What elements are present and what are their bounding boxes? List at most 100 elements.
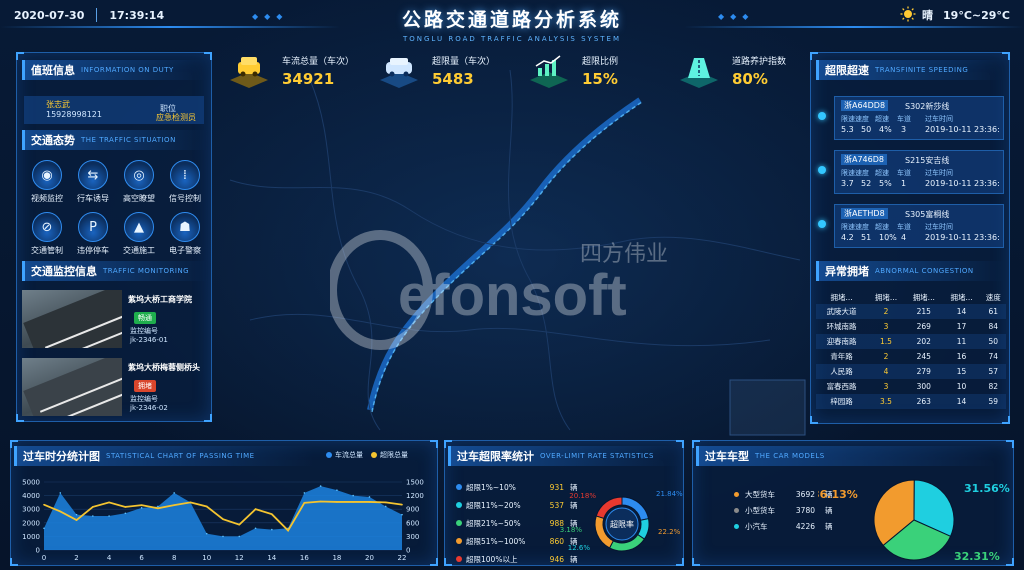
table-row[interactable]: 武陵大道 2 215 14 61 bbox=[816, 304, 1006, 319]
temperature: 19°C~29°C bbox=[943, 8, 1010, 22]
table-cell: 青年路 bbox=[830, 352, 853, 361]
congestion-table: 拥堵... 拥堵... 拥堵... 拥堵... 速度 武陵大道 2 215 14 61 环… bbox=[816, 290, 1006, 409]
passing-time-chart[interactable]: 0 1000 2000 3000 4000 5000 0 300 600 900 1200 1500 0… bbox=[14, 472, 434, 564]
svg-text:efonsoft: efonsoft bbox=[398, 263, 627, 328]
data-point-total-traffic bbox=[92, 515, 94, 517]
speed-header: 超速 bbox=[875, 115, 889, 123]
camera-icon: ◉ bbox=[32, 160, 62, 190]
overspeed-item[interactable]: 浙A746D8 S215安吉线 限速速度 超速 车道 过车时间 3.7 52 5% 1 2019-1… bbox=[818, 150, 1004, 194]
table-row[interactable]: 迎春南路 1.5 202 11 50 bbox=[816, 334, 1006, 349]
camera-code: jk-2346-01 bbox=[130, 336, 168, 344]
y-tick-left: 4000 bbox=[22, 492, 40, 500]
header-bar: ◆◆◆ ◆◆◆ 2020-07-30 17:39:14 公路交通道路分析系统 T… bbox=[0, 0, 1024, 43]
data-point-overlimit bbox=[401, 503, 403, 506]
vehicle-icon bbox=[380, 58, 418, 88]
situation-item-control[interactable]: ⊘ 交通管制 bbox=[24, 212, 70, 256]
x-tick: 6 bbox=[139, 554, 144, 562]
duty-title: 值班信息 INFORMATION ON DUTY bbox=[22, 60, 208, 80]
table-row[interactable]: 青年路 2 245 16 74 bbox=[816, 349, 1006, 364]
model-name: 小汽车 bbox=[745, 521, 768, 531]
data-point-overlimit bbox=[271, 513, 273, 515]
camera-snapshot[interactable] bbox=[22, 358, 122, 416]
y-tick-left: 3000 bbox=[22, 506, 40, 514]
situation-item-guide[interactable]: ⇆ 行车诱导 bbox=[70, 160, 116, 204]
data-point-overlimit bbox=[108, 501, 110, 504]
data-point-total-traffic bbox=[173, 492, 175, 494]
camera-card[interactable]: 紫坞大桥工商学院 畅通 监控编号 jk-2346-01 bbox=[22, 290, 208, 348]
range-name: 超限100%以上 bbox=[466, 554, 518, 564]
data-point-overlimit bbox=[157, 507, 159, 510]
data-point-overlimit bbox=[238, 523, 241, 526]
data-point-total-traffic bbox=[319, 485, 322, 487]
limit-value: 3.7 bbox=[841, 179, 854, 188]
traffic-light-icon: ⁞ bbox=[170, 160, 200, 190]
table-row[interactable]: 梓园路 3.5 263 14 59 bbox=[816, 394, 1006, 409]
police-icon: ☗ bbox=[170, 212, 200, 242]
situation-item-parking[interactable]: P 违停停车 bbox=[70, 212, 116, 256]
time-header: 过车时间 bbox=[925, 169, 953, 177]
limit-header: 限速速度 bbox=[841, 115, 869, 123]
table-row[interactable]: 富春西路 3 300 10 82 bbox=[816, 379, 1006, 394]
x-tick: 20 bbox=[365, 554, 374, 562]
situation-item-police[interactable]: ☗ 电子警察 bbox=[162, 212, 208, 256]
table-cell: 84 bbox=[988, 322, 998, 331]
car-icon bbox=[230, 57, 268, 88]
table-cell: 环城南路 bbox=[826, 322, 857, 331]
header-date: 2020-07-30 bbox=[14, 8, 85, 22]
camera-snapshot[interactable] bbox=[22, 290, 122, 348]
table-cell: 215 bbox=[904, 304, 943, 319]
data-point-total-traffic bbox=[401, 513, 403, 516]
camera-card[interactable]: 紫坞大桥梅蓉侧桥头 拥堵 监控编号 jk-2346-02 bbox=[22, 358, 208, 416]
table-cell: 16 bbox=[956, 352, 967, 361]
table-row[interactable]: 环城南路 3 269 17 84 bbox=[816, 319, 1006, 334]
guide-icon: ⇆ bbox=[78, 160, 108, 190]
overspeed-item[interactable]: 浙AETHD8 S305富桐线 限速速度 超速 车道 过车时间 4.2 51 10% 4 2019-… bbox=[818, 204, 1004, 248]
watermark-logo: efonsoft 四方伟业 bbox=[330, 230, 668, 350]
duty-position-value: 应急检测员 bbox=[156, 113, 196, 122]
table-cell: 14 bbox=[942, 304, 981, 319]
chart-legend: 车流总量 超限总量 bbox=[318, 450, 408, 460]
lane-value: 3 bbox=[901, 125, 907, 134]
data-point-overlimit bbox=[124, 506, 127, 508]
lane-value: 1 bbox=[901, 179, 907, 188]
table-row[interactable]: 人民路 4 279 15 57 bbox=[816, 364, 1006, 379]
y-tick-right: 1200 bbox=[406, 492, 424, 500]
legend-dot bbox=[456, 538, 462, 544]
overspeed-card: 浙AETHD8 S305富桐线 限速速度 超速 车道 过车时间 4.2 51 10% 4 2019-… bbox=[834, 204, 1004, 248]
timeline-dot bbox=[818, 166, 826, 174]
data-point-total-traffic bbox=[124, 512, 127, 515]
situation-item-video[interactable]: ◉ 视频监控 bbox=[24, 160, 70, 204]
pie-value-label: 31.56% bbox=[964, 482, 1010, 495]
table-cell: 3.5 bbox=[867, 394, 905, 409]
range-name: 超限21%~50% bbox=[466, 518, 521, 528]
table-cell: 武陵大道 bbox=[816, 304, 868, 319]
situation-grid: ◉ 视频监控 ⇆ 行车诱导 ◎ 高空瞭望 ⁞ 信号控制 ⊘ 交通管制 P 违停停… bbox=[24, 160, 210, 256]
donut-value-label: 20.18% bbox=[569, 492, 596, 500]
data-point-total-traffic bbox=[254, 527, 257, 530]
situation-item-construction[interactable]: ▲ 交通施工 bbox=[116, 212, 162, 256]
x-tick: 10 bbox=[202, 554, 211, 562]
car-models-pie-chart[interactable]: 36.13% 31.56% 32.31% bbox=[818, 470, 1014, 566]
overspeed-item[interactable]: 浙A64DD8 S302新莎线 限速速度 超速 车道 过车时间 5.3 50 4% 3 2019-1… bbox=[818, 96, 1004, 140]
kpi-overlimit-ratio: 超限比例 15% bbox=[526, 52, 656, 94]
legend-dot bbox=[456, 484, 462, 490]
watch-icon: ◎ bbox=[124, 160, 154, 190]
x-tick: 8 bbox=[172, 554, 176, 562]
limit-header: 限速速度 bbox=[841, 169, 869, 177]
situation-item-signal[interactable]: ⁞ 信号控制 bbox=[162, 160, 208, 204]
duty-card: 张志武 15928998121 职位 应急检测员 bbox=[24, 96, 204, 124]
overlimit-donut-chart[interactable]: 超限率 21.84% 12.6% 23.18% 22.2% 20.18% bbox=[560, 478, 684, 564]
data-point-overlimit bbox=[222, 518, 224, 520]
legend-dot bbox=[456, 502, 462, 508]
y-tick-right: 0 bbox=[406, 547, 410, 555]
models-title: 过车车型 THE CAR MODELS bbox=[696, 446, 996, 466]
lane-value: 4 bbox=[901, 233, 907, 242]
kpi-label: 道路养护指数 bbox=[732, 57, 787, 67]
x-tick: 16 bbox=[300, 554, 309, 562]
road-name: S215安吉线 bbox=[905, 156, 950, 165]
timeline-dot bbox=[818, 220, 826, 228]
model-name: 大型货车 bbox=[745, 489, 775, 499]
range-name: 超限51%~100% bbox=[466, 536, 526, 546]
construction-icon: ▲ bbox=[124, 212, 154, 242]
situation-item-watch[interactable]: ◎ 高空瞭望 bbox=[116, 160, 162, 204]
